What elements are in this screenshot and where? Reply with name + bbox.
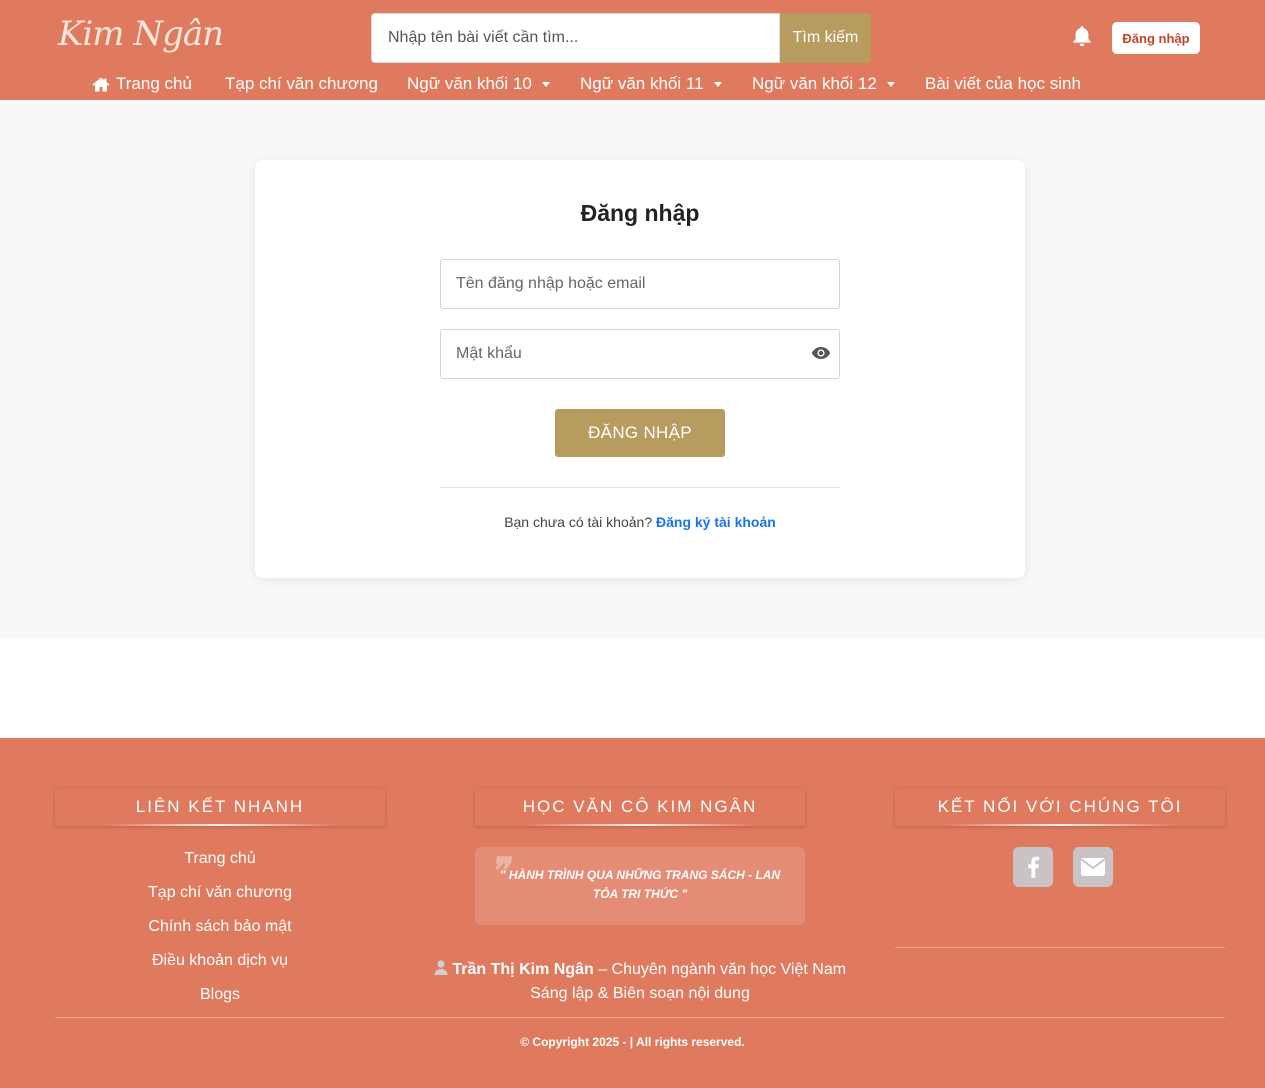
about-heading: HỌC VĂN CÔ KIM NGÂN — [475, 788, 805, 826]
quick-links: Trang chủ Tạp chí văn chương Chính sách … — [55, 850, 385, 1020]
nav-item-home[interactable]: Trang chủ — [92, 74, 192, 94]
main-nav: Trang chủ Tạp chí văn chương Ngữ văn khố… — [0, 74, 1265, 98]
nav-label: Ngữ văn khối 11 — [580, 74, 704, 93]
nav-label: Trang chủ — [116, 74, 192, 93]
login-submit-button[interactable]: ĐĂNG NHẬP — [555, 409, 725, 457]
quick-links-heading: LIÊN KẾT NHANH — [55, 788, 385, 826]
header-login-button[interactable]: Đăng nhập — [1112, 22, 1200, 54]
nav-label: Bài viết của học sinh — [925, 74, 1081, 93]
footer-link-terms[interactable]: Điều khoản dịch vụ — [55, 952, 385, 986]
caret-down-icon — [713, 81, 722, 87]
nav-item-student-posts[interactable]: Bài viết của học sinh — [925, 74, 1081, 94]
site-footer: LIÊN KẾT NHANH HỌC VĂN CÔ KIM NGÂN KẾT N… — [0, 738, 1265, 1088]
divider — [440, 487, 840, 488]
user-icon — [434, 960, 448, 975]
nav-label: Tạp chí văn chương — [225, 74, 378, 93]
footer-divider — [55, 1017, 1225, 1018]
nav-item-grade-10[interactable]: Ngữ văn khối 10 — [407, 74, 550, 94]
nav-label: Ngữ văn khối 10 — [407, 74, 532, 93]
search-bar: Tìm kiếm — [371, 13, 871, 63]
register-prompt: Bạn chưa có tài khoản? Đăng ký tài khoản — [255, 514, 1025, 530]
eye-icon[interactable] — [811, 346, 831, 360]
quote-text: " HÀNH TRÌNH QUA NHỮNG TRANG SÁCH - LAN … — [499, 868, 781, 901]
quote-box: ❞ " HÀNH TRÌNH QUA NHỮNG TRANG SÁCH - LA… — [475, 847, 805, 925]
username-field[interactable] — [440, 259, 840, 309]
author-info: Trần Thị Kim Ngân – Chuyên ngành văn học… — [420, 958, 860, 1006]
envelope-icon — [1080, 858, 1106, 876]
search-input[interactable] — [371, 13, 780, 63]
connect-heading: KẾT NỐI VỚI CHÚNG TÔI — [895, 788, 1225, 826]
nav-item-grade-12[interactable]: Ngữ văn khối 12 — [752, 74, 895, 94]
facebook-icon — [1028, 856, 1040, 878]
site-header: Kim Ngân Tìm kiếm Đăng nhập Trang chủ Tạ… — [0, 0, 1265, 100]
nav-label: Ngữ văn khối 12 — [752, 74, 877, 93]
nav-item-grade-11[interactable]: Ngữ văn khối 11 — [580, 74, 722, 94]
author-name: Trần Thị Kim Ngân — [452, 961, 594, 978]
caret-down-icon — [886, 81, 895, 87]
search-button[interactable]: Tìm kiếm — [780, 13, 871, 63]
author-role: – Chuyên ngành văn học Việt Nam — [598, 961, 847, 978]
author-line2: Sáng lập & Biên soạn nội dung — [530, 985, 750, 1002]
facebook-button[interactable] — [1013, 847, 1053, 887]
nav-item-literature-magazine[interactable]: Tạp chí văn chương — [225, 74, 378, 94]
password-field[interactable] — [440, 329, 840, 379]
divider — [895, 947, 1225, 948]
caret-down-icon — [541, 81, 550, 87]
home-icon — [92, 77, 110, 91]
site-logo[interactable]: Kim Ngân — [58, 14, 224, 54]
email-button[interactable] — [1073, 847, 1113, 887]
quote-mark-icon: ❞ — [489, 850, 509, 892]
no-account-text: Bạn chưa có tài khoản? — [504, 514, 653, 530]
footer-link-privacy[interactable]: Chính sách bảo mật — [55, 918, 385, 952]
main-content: Đăng nhập ĐĂNG NHẬP Bạn chưa có tài khoả… — [0, 100, 1265, 638]
login-card: Đăng nhập ĐĂNG NHẬP Bạn chưa có tài khoả… — [255, 160, 1025, 578]
register-link[interactable]: Đăng ký tài khoản — [656, 514, 776, 530]
footer-link-magazine[interactable]: Tạp chí văn chương — [55, 884, 385, 918]
copyright: © Copyright 2025 - | All rights reserved… — [520, 1035, 745, 1049]
login-title: Đăng nhập — [580, 200, 700, 226]
footer-link-home[interactable]: Trang chủ — [55, 850, 385, 884]
bell-icon[interactable] — [1071, 24, 1093, 48]
footer-link-blogs[interactable]: Blogs — [55, 986, 385, 1020]
